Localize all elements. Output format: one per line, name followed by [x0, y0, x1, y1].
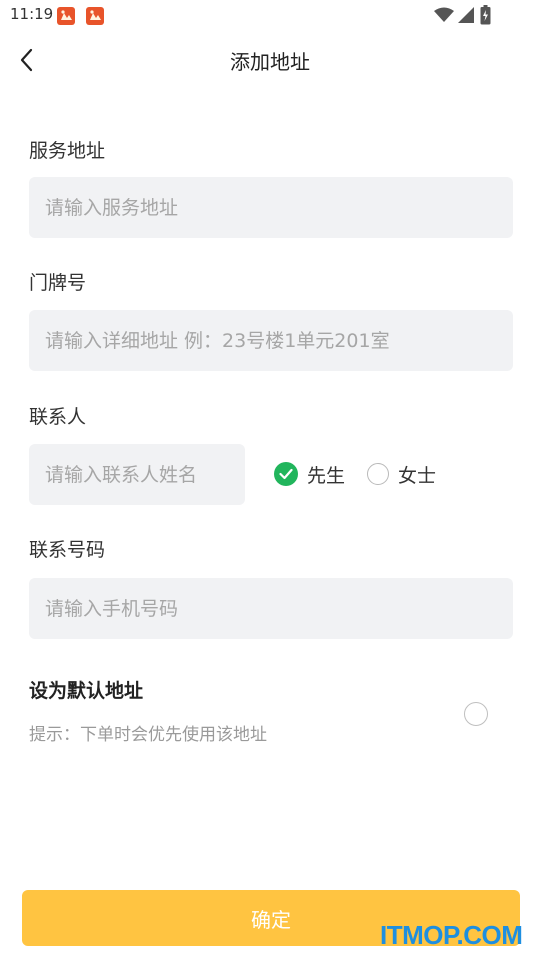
battery-charging-icon	[480, 5, 491, 25]
radio-circle-icon	[367, 463, 389, 485]
gender-option-mr[interactable]: 先生	[274, 457, 345, 491]
service-address-label: 服务地址	[29, 140, 106, 162]
signal-icon	[458, 7, 474, 23]
door-number-label: 门牌号	[29, 272, 87, 294]
gender-label-ms: 女士	[398, 464, 437, 487]
page-title: 添加地址	[230, 50, 310, 74]
notification-app-icon	[57, 7, 75, 25]
default-address-title: 设为默认地址	[29, 680, 144, 702]
service-address-input[interactable]	[29, 177, 513, 238]
check-circle-icon	[274, 462, 298, 486]
notification-app-icon	[86, 7, 104, 25]
nav-bar: 添加地址	[0, 34, 540, 86]
contact-label: 联系人	[29, 406, 87, 428]
status-time: 11:19	[10, 5, 54, 23]
door-number-input[interactable]	[29, 310, 513, 371]
wifi-icon	[434, 7, 454, 22]
phone-input[interactable]	[29, 578, 513, 639]
default-address-hint: 提示：下单时会优先使用该地址	[29, 725, 267, 745]
gender-option-ms[interactable]: 女士	[367, 457, 436, 491]
default-address-toggle[interactable]	[464, 702, 488, 726]
status-indicators	[434, 5, 506, 25]
status-bar: 11:19	[0, 0, 540, 32]
gender-label-mr: 先生	[307, 464, 346, 487]
phone-label: 联系号码	[29, 539, 106, 561]
watermark-logo: ITMOP.COM	[380, 920, 523, 950]
contact-name-input[interactable]	[29, 444, 245, 505]
